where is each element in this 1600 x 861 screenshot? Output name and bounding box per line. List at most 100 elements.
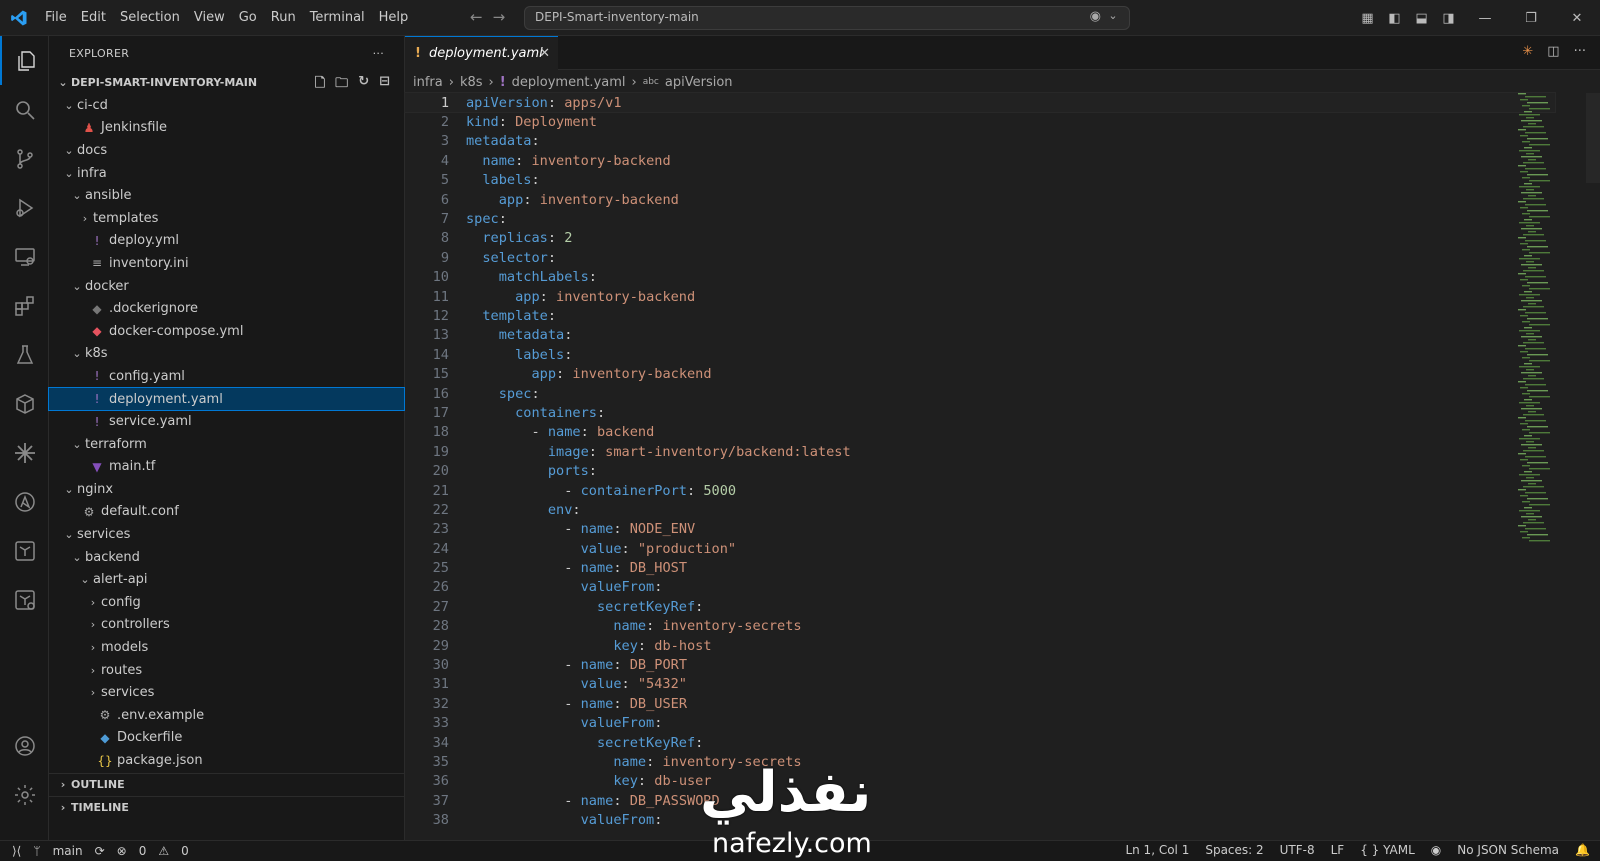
code-line[interactable]: 37 - name: DB_PASSWORD	[405, 791, 1555, 810]
containers-icon[interactable]	[0, 379, 49, 428]
code-line[interactable]: 36 key: db-user	[405, 772, 1555, 791]
more-actions-icon[interactable]: ···	[373, 47, 384, 60]
code-line[interactable]: 23 - name: NODE_ENV	[405, 520, 1555, 539]
menu-file[interactable]: File	[38, 10, 74, 25]
more-editor-actions-icon[interactable]: ···	[1574, 44, 1586, 59]
code-line[interactable]: 7 spec:	[405, 209, 1555, 228]
search-icon[interactable]	[0, 85, 49, 134]
tree-folder[interactable]: ⌄ infra	[49, 162, 404, 185]
copilot-sparkle-icon[interactable]: ✳	[1522, 44, 1533, 59]
code-line[interactable]: 10 matchLabels:	[405, 268, 1555, 287]
indentation[interactable]: Spaces: 2	[1205, 843, 1263, 857]
code-line[interactable]: 27 secretKeyRef:	[405, 597, 1555, 616]
terraform-cloud-icon[interactable]	[0, 575, 49, 624]
minimap[interactable]	[1518, 93, 1570, 553]
menu-view[interactable]: View	[187, 10, 232, 25]
code-line[interactable]: 6 app: inventory-backend	[405, 190, 1555, 209]
branch-name[interactable]: main	[53, 844, 83, 858]
encoding[interactable]: UTF-8	[1280, 843, 1315, 857]
code-line[interactable]: 24 value: "production"	[405, 539, 1555, 558]
end-of-line[interactable]: LF	[1331, 843, 1345, 857]
extensions-icon[interactable]	[0, 281, 49, 330]
code-line[interactable]: 15 app: inventory-backend	[405, 364, 1555, 383]
code-line[interactable]: 17 containers:	[405, 403, 1555, 422]
tree-file[interactable]: ≡ inventory.ini	[49, 252, 404, 275]
command-center[interactable]: DEPI-Smart-inventory-main ◉ ⌄	[524, 6, 1130, 30]
ansible-icon[interactable]	[0, 477, 49, 526]
code-line[interactable]: 4 name: inventory-backend	[405, 151, 1555, 170]
tree-folder[interactable]: ⌄ terraform	[49, 433, 404, 456]
code-line[interactable]: 35 name: inventory-secrets	[405, 752, 1555, 771]
tree-folder[interactable]: ⌄ alert-api	[49, 568, 404, 591]
tree-folder[interactable]: ⌄ docs	[49, 139, 404, 162]
tree-file[interactable]: ! deploy.yml	[49, 230, 404, 253]
code-line[interactable]: 13 metadata:	[405, 326, 1555, 345]
code-line[interactable]: 38 valueFrom:	[405, 810, 1555, 829]
json-schema[interactable]: No JSON Schema	[1457, 843, 1559, 857]
toggle-secondary-sidebar-icon[interactable]: ◨	[1435, 11, 1462, 26]
menu-run[interactable]: Run	[264, 10, 303, 25]
code-line[interactable]: 14 labels:	[405, 345, 1555, 364]
menu-selection[interactable]: Selection	[113, 10, 187, 25]
code-line[interactable]: 18 - name: backend	[405, 423, 1555, 442]
tree-file[interactable]: {} package.json	[49, 749, 404, 772]
tree-folder[interactable]: › services	[49, 681, 404, 704]
language-mode[interactable]: { } YAML	[1360, 843, 1415, 857]
copilot-status-icon[interactable]: ◉	[1431, 843, 1441, 857]
notifications-bell-icon[interactable]: 🔔	[1575, 843, 1590, 857]
forward-arrow-icon[interactable]: →	[493, 8, 506, 26]
collapse-all-icon[interactable]: ⊟	[379, 74, 390, 96]
new-folder-icon[interactable]: 🗀	[335, 74, 348, 96]
code-line[interactable]: 30 - name: DB_PORT	[405, 655, 1555, 674]
tree-file[interactable]: ⚙ default.conf	[49, 501, 404, 524]
code-line[interactable]: 9 selector:	[405, 248, 1555, 267]
tree-folder[interactable]: › controllers	[49, 614, 404, 637]
tree-folder[interactable]: ⌄ nginx	[49, 478, 404, 501]
tree-folder[interactable]: › config	[49, 591, 404, 614]
code-line[interactable]: 31 value: "5432"	[405, 675, 1555, 694]
tree-folder[interactable]: ⌄ services	[49, 523, 404, 546]
cursor-position[interactable]: Ln 1, Col 1	[1125, 843, 1189, 857]
tree-file[interactable]: ! service.yaml	[49, 410, 404, 433]
tree-folder[interactable]: › routes	[49, 659, 404, 682]
close-tab-icon[interactable]: ✕	[539, 46, 550, 61]
refresh-icon[interactable]: ↻	[358, 74, 369, 96]
code-line[interactable]: 22 env:	[405, 500, 1555, 519]
editor-scrollbar[interactable]	[1586, 93, 1600, 183]
code-line[interactable]: 8 replicas: 2	[405, 229, 1555, 248]
source-control-icon[interactable]	[0, 134, 49, 183]
testing-icon[interactable]	[0, 330, 49, 379]
tree-file[interactable]: ! config.yaml	[49, 365, 404, 388]
minimize-icon[interactable]: —	[1462, 11, 1508, 26]
code-line[interactable]: 16 spec:	[405, 384, 1555, 403]
tree-folder[interactable]: ⌄ docker	[49, 275, 404, 298]
tree-file[interactable]: ▼ main.tf	[49, 456, 404, 479]
outline-section[interactable]: › OUTLINE	[49, 773, 405, 796]
remote-indicator-icon[interactable]: ⟩⟨	[12, 844, 21, 858]
copilot-icon[interactable]: ◉	[1090, 9, 1101, 24]
code-line[interactable]: 29 key: db-host	[405, 636, 1555, 655]
tab-deployment-yaml[interactable]: ! deployment.yaml ✕	[405, 36, 558, 70]
code-line[interactable]: 34 secretKeyRef:	[405, 733, 1555, 752]
code-line[interactable]: 12 template:	[405, 306, 1555, 325]
tree-file[interactable]: ⚙ .env.example	[49, 704, 404, 727]
breadcrumb-infra[interactable]: infra	[413, 75, 443, 90]
code-line[interactable]: 1 apiVersion: apps/v1	[404, 91, 1556, 114]
code-line[interactable]: 19 image: smart-inventory/backend:latest	[405, 442, 1555, 461]
timeline-section[interactable]: › TIMELINE	[49, 795, 405, 819]
copilot-agent-icon[interactable]	[0, 428, 49, 477]
customize-layout-icon[interactable]: ▦	[1354, 11, 1381, 26]
code-editor[interactable]: 1 apiVersion: apps/v1 2 kind: Deployment 3 me…	[404, 91, 1556, 840]
code-line[interactable]: 3 metadata:	[405, 132, 1555, 151]
tree-folder[interactable]: › models	[49, 636, 404, 659]
run-debug-icon[interactable]	[0, 183, 49, 232]
workspace-root[interactable]: ⌄ DEPI-SMART-INVENTORY-MAIN 🗋 🗀 ↻ ⊟	[49, 70, 404, 94]
code-line[interactable]: 28 name: inventory-secrets	[405, 617, 1555, 636]
back-arrow-icon[interactable]: ←	[470, 8, 483, 26]
code-line[interactable]: 33 valueFrom:	[405, 714, 1555, 733]
close-window-icon[interactable]: ✕	[1554, 11, 1600, 26]
breadcrumb-file[interactable]: deployment.yaml	[512, 75, 626, 90]
tree-file[interactable]: ◆ .dockerignore	[49, 297, 404, 320]
tree-folder[interactable]: ⌄ ci-cd	[49, 94, 404, 117]
explorer-icon[interactable]	[0, 36, 49, 85]
